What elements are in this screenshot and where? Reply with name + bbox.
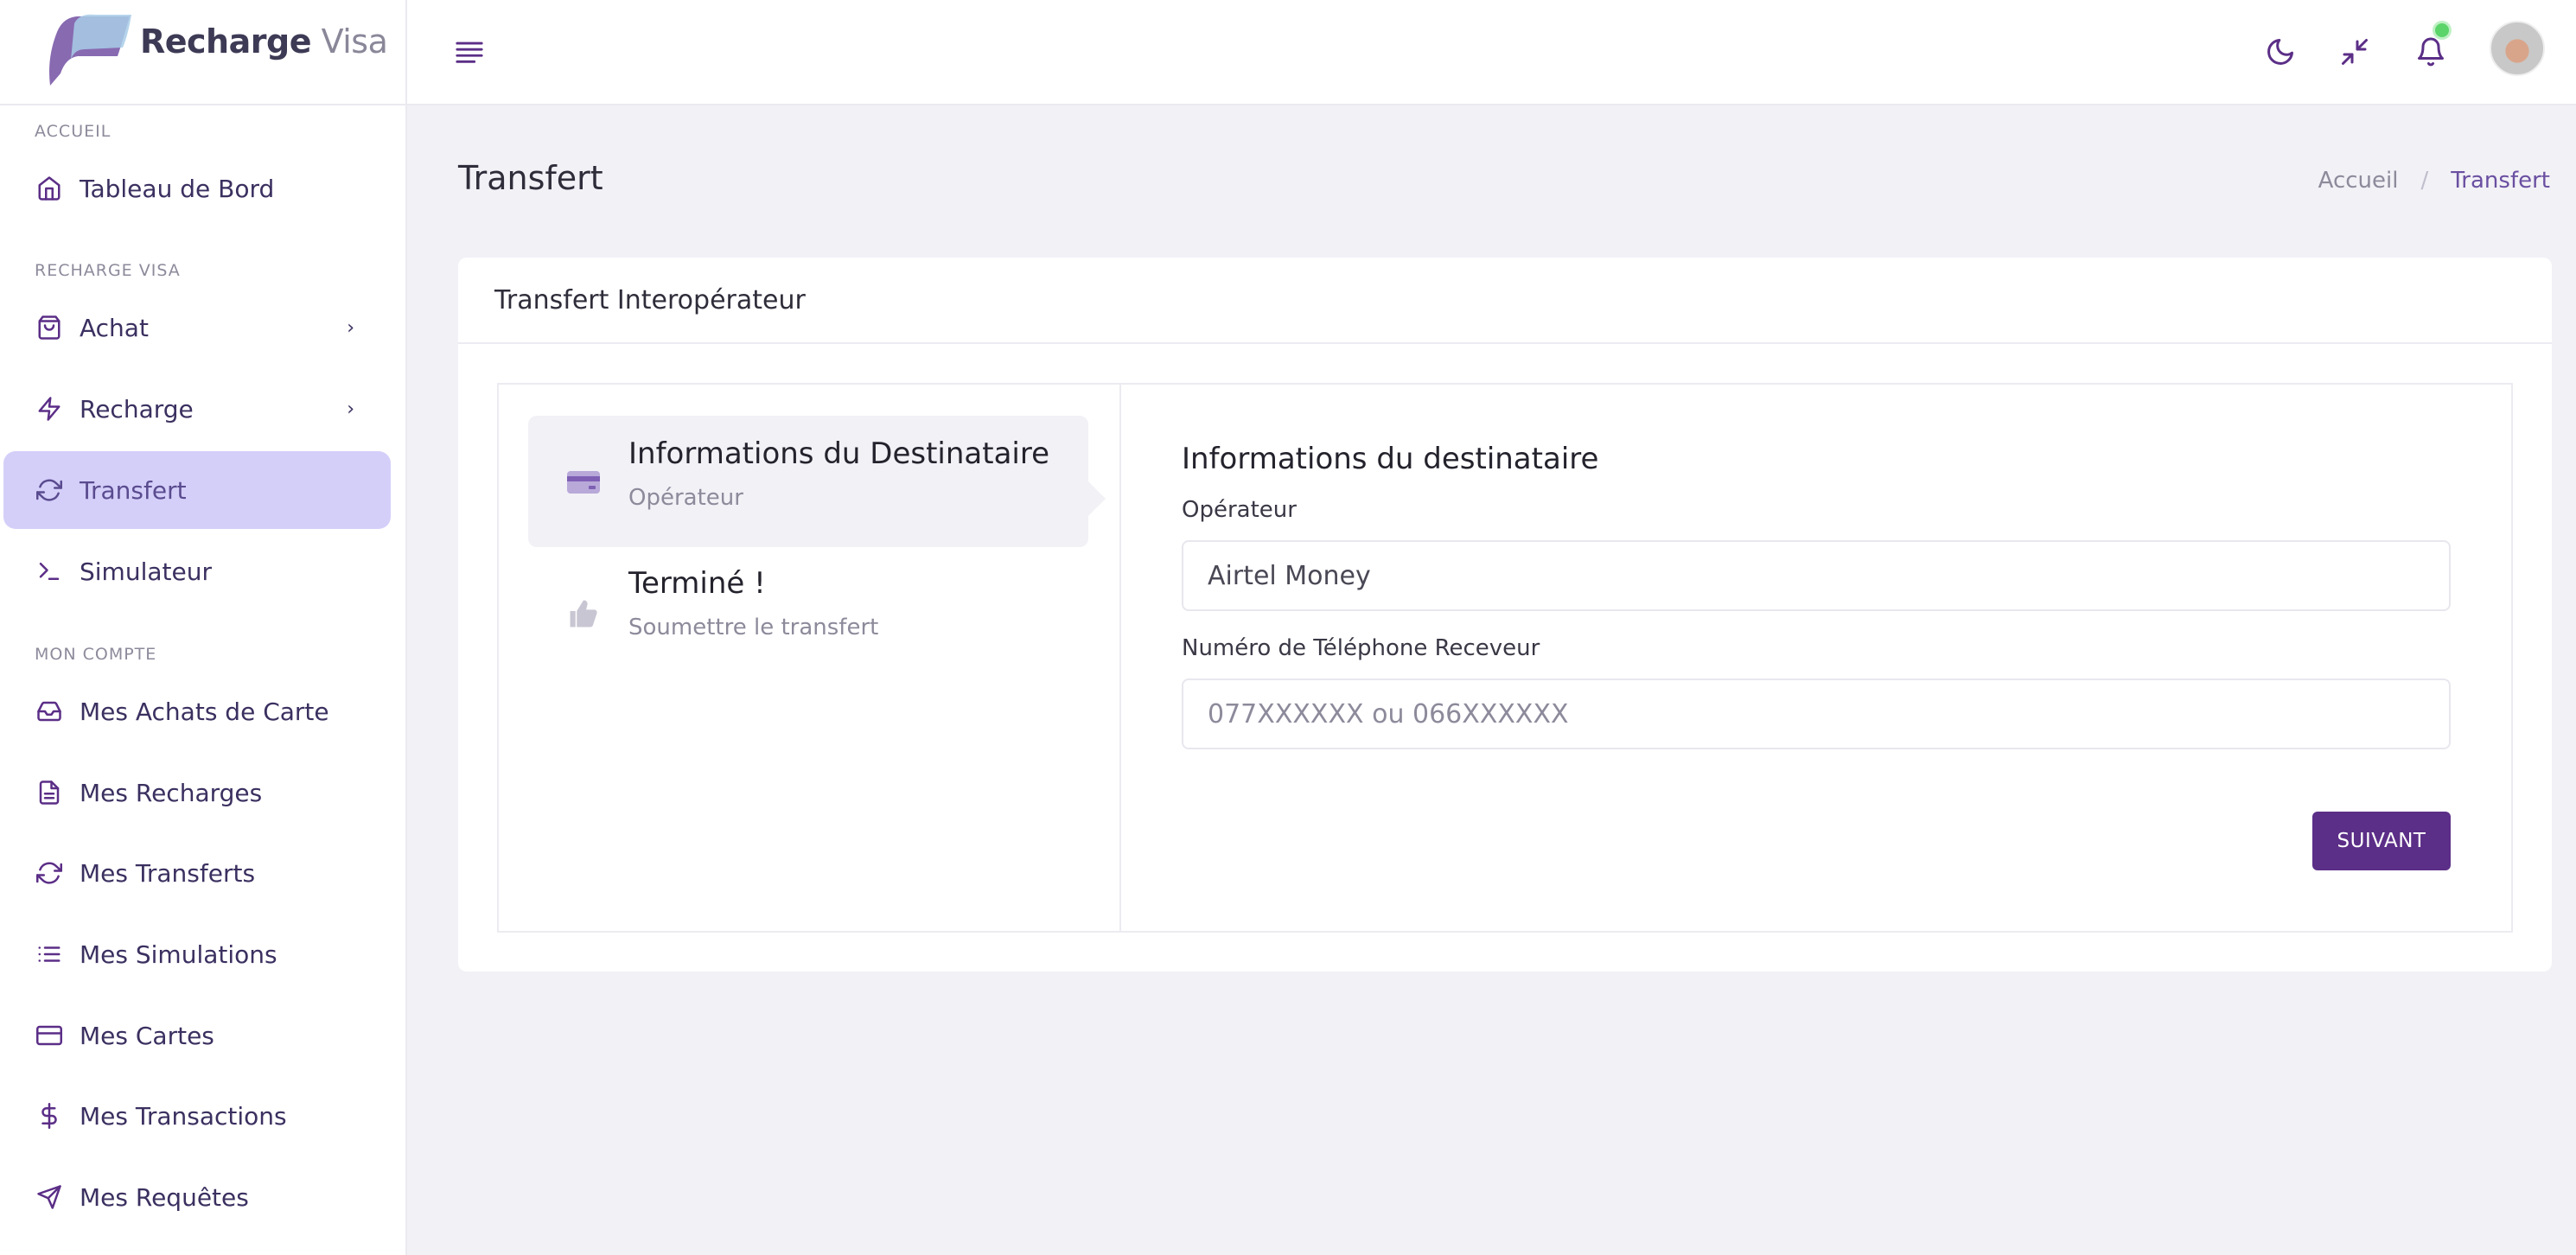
sidebar-item-mes-simulations[interactable]: Mes Simulations [3, 915, 391, 993]
sidebar-item-label: Simulateur [80, 557, 212, 586]
wizard-step-termine[interactable]: Terminé ! Soumettre le transfert [528, 545, 1088, 677]
sidebar-item-mes-requetes[interactable]: Mes Requêtes [3, 1158, 391, 1236]
sidebar-item-mes-cartes[interactable]: Mes Cartes [3, 997, 391, 1074]
step-subtitle: Soumettre le transfert [628, 615, 879, 640]
sidebar-item-label: Mes Simulations [80, 940, 277, 969]
sidebar-item-label: Tableau de Bord [80, 174, 275, 203]
list-icon [35, 940, 64, 969]
operator-field[interactable] [1182, 540, 2451, 611]
notification-dot [2433, 21, 2452, 40]
sidebar-item-label: Mes Requêtes [80, 1182, 249, 1212]
thumbs-up-icon [566, 599, 601, 628]
transfer-card: Transfert Interopérateur Informations du… [458, 258, 2552, 972]
phone-input[interactable] [1182, 678, 2451, 749]
sidebar-item-label: Mes Cartes [80, 1021, 214, 1050]
chevron-right-icon: › [347, 398, 354, 420]
page-title: Transfert [458, 159, 603, 197]
breadcrumb-home-link[interactable]: Accueil [2318, 168, 2399, 194]
sidebar-item-tableau-de-bord[interactable]: Tableau de Bord [3, 150, 391, 227]
sidebar: Recharge Visa ACCUEIL Tableau de Bord RE… [0, 0, 407, 1255]
credit-card-icon [566, 469, 601, 497]
sidebar-item-label: Transfert [80, 475, 187, 505]
sidebar-item-label: Achat [80, 313, 149, 342]
sidebar-item-label: Mes Achats de Carte [80, 697, 329, 726]
home-icon [35, 174, 64, 203]
brand-name-light: Visa [321, 22, 388, 61]
breadcrumb-current: Transfert [2451, 168, 2550, 194]
sidebar-item-recharge[interactable]: Recharge › [3, 370, 391, 448]
section-accueil: ACCUEIL [35, 122, 112, 141]
sidebar-item-label: Mes Transferts [80, 858, 256, 888]
chevron-right-icon: › [347, 316, 354, 339]
sidebar-item-mes-transferts[interactable]: Mes Transferts [3, 834, 391, 912]
sidebar-item-label: Recharge [80, 394, 194, 424]
refresh-icon [35, 475, 64, 505]
step-title: Informations du Destinataire [628, 436, 1050, 471]
brand[interactable]: Recharge Visa [0, 0, 405, 105]
sidebar-item-mes-transactions[interactable]: Mes Transactions [3, 1077, 391, 1155]
brand-name: Recharge Visa [140, 22, 388, 61]
sidebar-item-label: Mes Recharges [80, 778, 263, 807]
wizard-steps: Informations du Destinataire Opérateur T… [499, 385, 1121, 931]
sidebar-item-achat[interactable]: Achat › [3, 289, 391, 366]
wizard-step-destinataire[interactable]: Informations du Destinataire Opérateur [528, 416, 1088, 547]
sidebar-item-label: Mes Transactions [80, 1101, 287, 1131]
dollar-icon [35, 1101, 64, 1131]
inbox-icon [35, 697, 64, 726]
sidebar-item-mes-achats-de-carte[interactable]: Mes Achats de Carte [3, 672, 391, 750]
next-button[interactable]: SUIVANT [2312, 812, 2451, 870]
brand-logo [40, 6, 137, 89]
step-subtitle: Opérateur [628, 485, 743, 511]
brand-name-bold: Recharge [140, 22, 311, 61]
sidebar-item-transfert[interactable]: Transfert [3, 451, 391, 529]
breadcrumb-separator: / [2420, 168, 2429, 194]
zap-icon [35, 394, 64, 424]
form-heading: Informations du destinataire [1182, 442, 1599, 476]
shopping-bag-icon [35, 313, 64, 342]
send-icon [35, 1182, 64, 1212]
wizard: Informations du Destinataire Opérateur T… [497, 383, 2513, 933]
menu-toggle-icon[interactable] [443, 26, 495, 78]
dark-mode-moon-icon[interactable] [2254, 26, 2306, 78]
minimize-fullscreen-icon[interactable] [2329, 26, 2381, 78]
sidebar-item-mes-recharges[interactable]: Mes Recharges [3, 754, 391, 831]
operator-label: Opérateur [1182, 497, 1297, 523]
card-title: Transfert Interopérateur [458, 258, 2552, 344]
avatar[interactable] [2490, 21, 2545, 76]
file-text-icon [35, 778, 64, 807]
step-title: Terminé ! [628, 566, 766, 601]
phone-label: Numéro de Téléphone Receveur [1182, 635, 1540, 661]
section-mon-compte: MON COMPTE [35, 645, 157, 664]
terminal-icon [35, 557, 64, 586]
refresh-icon [35, 858, 64, 888]
section-recharge-visa: RECHARGE VISA [35, 261, 181, 280]
active-step-arrow [1088, 481, 1106, 516]
sidebar-item-simulateur[interactable]: Simulateur [3, 532, 391, 610]
topbar [407, 0, 2576, 105]
breadcrumb: Accueil / Transfert [2318, 168, 2550, 194]
credit-card-icon [35, 1021, 64, 1050]
